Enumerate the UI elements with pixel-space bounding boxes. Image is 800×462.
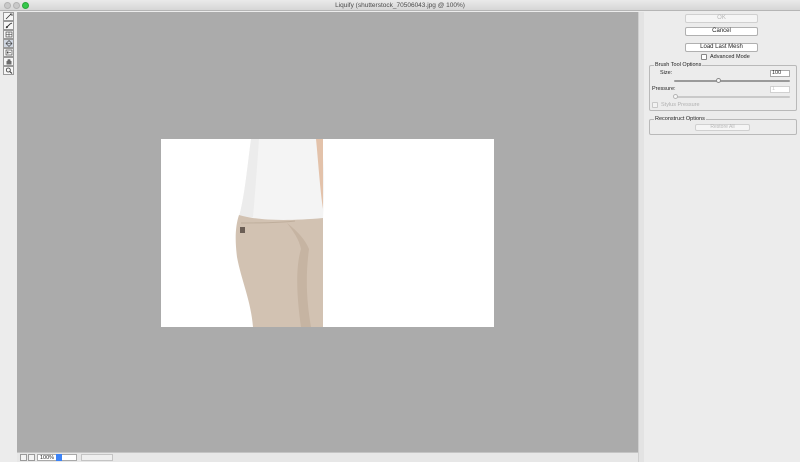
ok-button[interactable]: OK (685, 14, 758, 23)
pucker-icon (5, 31, 12, 38)
restore-all-button[interactable]: Restore All (695, 124, 750, 131)
status-bar: 100% (17, 452, 638, 462)
brush-tool-options-title: Brush Tool Options (654, 62, 703, 68)
size-slider-thumb[interactable] (715, 78, 721, 83)
pressure-label: Pressure: (652, 86, 676, 92)
stylus-pressure-checkbox[interactable] (652, 102, 658, 108)
size-label: Size: (660, 70, 673, 76)
photo-torso-figure (235, 139, 325, 327)
zoom-tool[interactable] (3, 66, 14, 75)
title-bar: Liquify (shutterstock_70506043.jpg @ 100… (0, 0, 800, 11)
bloat-icon (5, 40, 12, 47)
forward-warp-icon (5, 13, 12, 20)
status-info-area (81, 454, 113, 461)
forward-warp-tool[interactable] (3, 12, 14, 21)
push-left-tool[interactable] (3, 48, 14, 57)
cancel-button[interactable]: Cancel (685, 27, 758, 36)
reconstruct-options-title: Reconstruct Options (654, 116, 706, 122)
image-preview[interactable] (161, 139, 494, 327)
load-last-mesh-button[interactable]: Load Last Mesh (685, 43, 758, 52)
pressure-field[interactable]: 1 (770, 86, 790, 93)
window-title: Liquify (shutterstock_70506043.jpg @ 100… (335, 2, 465, 9)
size-slider-track[interactable] (674, 80, 790, 82)
advanced-mode-checkbox[interactable] (701, 54, 707, 60)
vertical-scrollbar[interactable] (638, 12, 644, 462)
pucker-tool[interactable] (3, 30, 14, 39)
bloat-tool[interactable] (3, 39, 14, 48)
hand-icon (6, 59, 11, 65)
size-field[interactable]: 100 (770, 70, 790, 77)
advanced-mode-option[interactable]: Advanced Mode (701, 54, 750, 60)
pressure-slider-track[interactable] (674, 96, 790, 98)
preview-canvas[interactable] (17, 12, 638, 452)
reconstruct-tool[interactable] (3, 21, 14, 30)
stylus-pressure-option[interactable]: Stylus Pressure (652, 102, 700, 108)
hand-tool[interactable] (3, 57, 14, 66)
liquify-toolbar (3, 12, 15, 82)
options-panel: OK Cancel Load Last Mesh Advanced Mode B… (645, 12, 800, 462)
advanced-mode-label: Advanced Mode (710, 54, 750, 60)
zoom-out-button[interactable] (20, 454, 27, 461)
reconstruct-options-group: Reconstruct Options Restore All (649, 116, 797, 135)
zoom-dropdown-arrow[interactable] (56, 454, 62, 461)
zoom-icon (5, 67, 12, 74)
zoom-in-button[interactable] (28, 454, 35, 461)
pressure-slider-thumb[interactable] (672, 94, 678, 99)
push-left-icon (5, 49, 12, 56)
brush-tool-options-group: Brush Tool Options Size: 100 Pressure: 1… (649, 62, 797, 111)
reconstruct-icon (5, 22, 12, 29)
stylus-pressure-label: Stylus Pressure (661, 102, 700, 108)
